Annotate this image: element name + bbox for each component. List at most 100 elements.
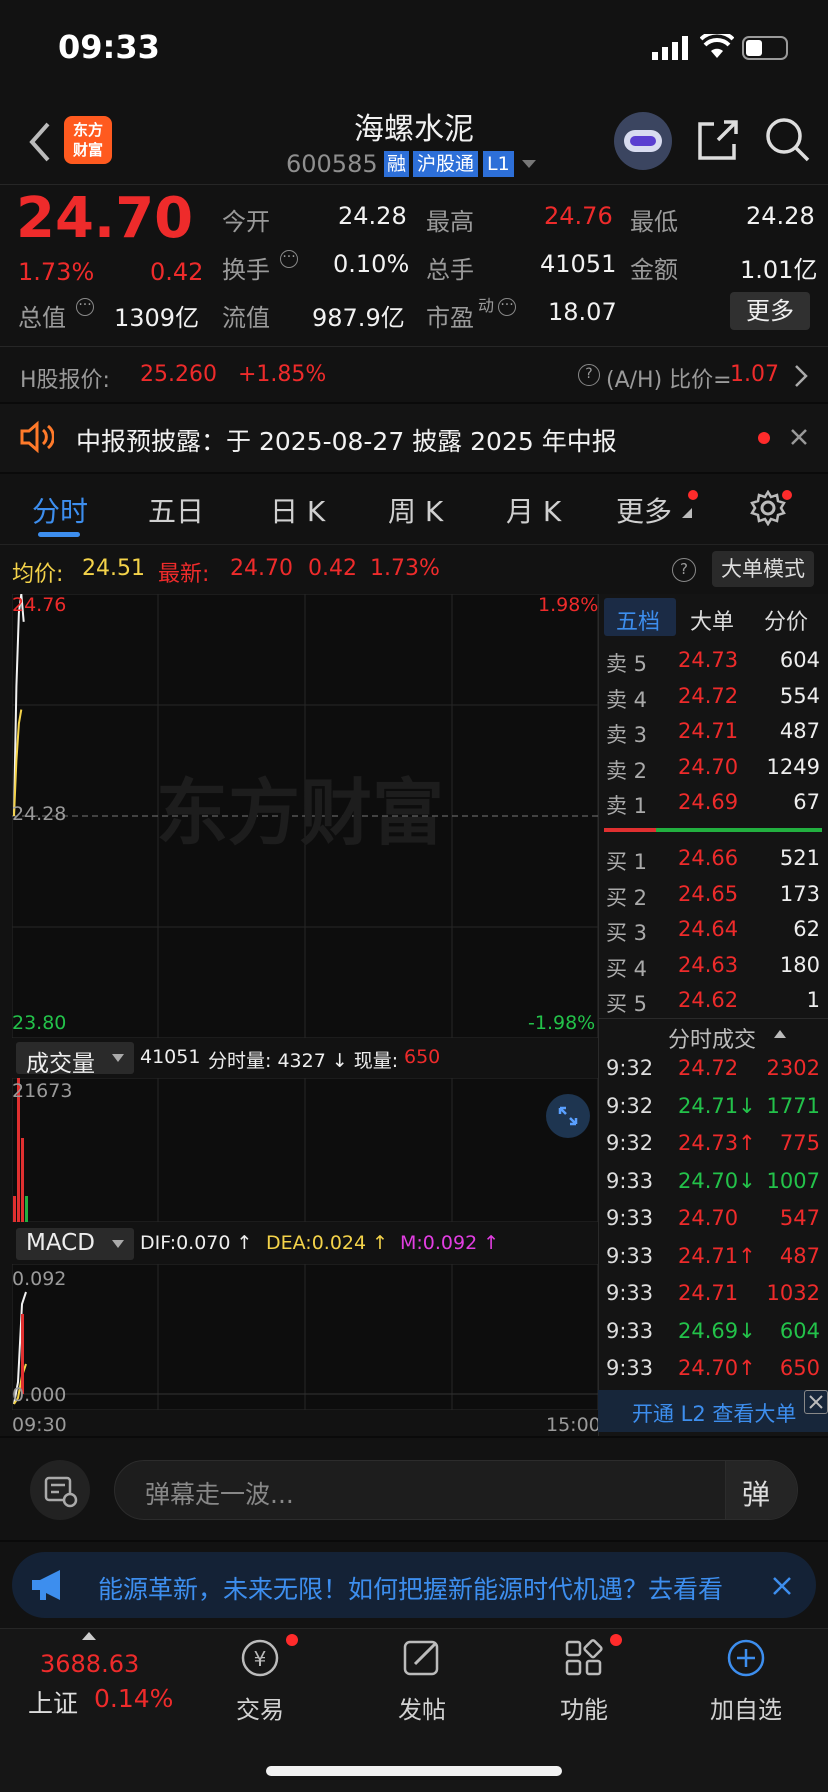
battery-icon — [742, 36, 788, 60]
ask-label: 卖 2 — [606, 758, 648, 783]
tab-weekly-k[interactable]: 周 K — [388, 490, 443, 530]
bid-row[interactable]: 买 2 24.65 173 — [604, 876, 822, 911]
trade-time: 9:33 — [606, 1243, 654, 1268]
info-icon[interactable]: ··· — [280, 250, 298, 268]
volume-now: 650 — [404, 1046, 441, 1068]
trade-price: 24.70 — [678, 1206, 739, 1230]
bid-price: 24.64 — [678, 917, 739, 941]
ask-price: 24.73 — [678, 648, 739, 672]
trade-time: 9:33 — [606, 1281, 654, 1305]
tab-intraday[interactable]: 分时 — [32, 490, 88, 530]
index-name[interactable]: 上证 — [28, 1684, 78, 1720]
ask-row[interactable]: 卖 3 24.71 487 — [604, 713, 822, 748]
ask-row[interactable]: 卖 4 24.72 554 — [604, 678, 822, 713]
price-change-pct: 1.73% — [18, 258, 95, 286]
trade-volume: 604 — [779, 1318, 820, 1343]
trade-row: 9:33 24.70↑ 650 — [604, 1350, 822, 1387]
macd-dea: DEA:0.024 ↑ — [266, 1232, 389, 1254]
close-icon[interactable] — [804, 1390, 828, 1414]
badge-level: L1 — [483, 151, 514, 177]
time-end: 15:00 — [546, 1414, 601, 1436]
nav-function[interactable]: 功能 — [524, 1636, 644, 1725]
close-icon[interactable] — [790, 428, 808, 446]
tab-more[interactable]: 更多 — [616, 490, 672, 530]
wifi-icon — [700, 34, 734, 58]
bid-volume: 1 — [806, 988, 820, 1012]
trade-price: 24.71 — [678, 1281, 739, 1305]
big-order-mode-button[interactable]: 大单模式 — [712, 551, 814, 587]
tab-big-orders[interactable]: 大单 — [690, 604, 734, 636]
app-root: 09:33 东方 财富 海螺水泥 600585 融 沪股通 L1 24.70 1… — [0, 0, 828, 1792]
stat-value-total-cap: 1309亿 — [114, 304, 200, 332]
close-icon[interactable] — [772, 1576, 792, 1596]
bid-label: 买 4 — [606, 956, 648, 981]
tab-monthly-k[interactable]: 月 K — [506, 490, 561, 530]
settings-gear-icon[interactable] — [750, 490, 786, 526]
volume-chart[interactable] — [12, 1078, 598, 1222]
notice-text[interactable]: 中报预披露：于 2025-08-27 披露 2025 年中报 — [76, 422, 617, 458]
search-icon[interactable] — [764, 116, 810, 164]
tab-five-day[interactable]: 五日 — [148, 490, 204, 530]
h-share-label: H股报价: — [20, 368, 110, 393]
help-icon[interactable]: ? — [672, 558, 696, 582]
trade-volume: 1007 — [766, 1168, 820, 1193]
bid-ask-ratio-green — [656, 828, 822, 832]
index-pct[interactable]: 0.14% — [94, 1684, 173, 1713]
info-icon[interactable]: ··· — [498, 298, 516, 316]
bid-row[interactable]: 买 5 24.62 1 — [604, 982, 822, 1017]
latest-change: 0.42 — [308, 556, 357, 581]
chevron-right-icon[interactable] — [794, 364, 808, 388]
ad-text[interactable]: 能源革新，未来无限！如何把握新能源时代机遇？去看看 — [98, 1570, 758, 1606]
volume-selector[interactable]: 成交量 — [16, 1042, 134, 1077]
macd-chart[interactable] — [12, 1264, 598, 1410]
ask-row[interactable]: 卖 1 24.69 67 — [604, 784, 822, 819]
chart-watermark: 东方财富 — [156, 771, 444, 855]
bid-volume: 521 — [779, 846, 820, 870]
volume-bar — [21, 1138, 24, 1222]
latest-price: 24.70 — [230, 556, 293, 581]
chart-price-high: 24.76 — [12, 594, 67, 616]
danmaku-settings-icon[interactable] — [30, 1460, 90, 1520]
nav-add-watchlist[interactable]: 加自选 — [686, 1636, 806, 1725]
intraday-price-chart[interactable]: 东方财富 — [12, 594, 598, 1038]
info-icon[interactable]: ··· — [76, 298, 94, 316]
nav-trade[interactable]: ¥ 交易 — [200, 1636, 320, 1725]
expand-icon[interactable] — [546, 1094, 590, 1138]
help-icon[interactable]: ? — [578, 364, 600, 386]
danmaku-input[interactable]: 弹幕走一波... 弹 — [114, 1460, 798, 1520]
bid-row[interactable]: 买 4 24.63 180 — [604, 947, 822, 982]
robot-avatar-icon[interactable] — [614, 112, 672, 170]
bid-volume: 173 — [779, 881, 820, 906]
l2-banner-text[interactable]: 开通 L2 查看大单 — [632, 1398, 796, 1428]
tab-price-distribution[interactable]: 分价 — [764, 604, 808, 636]
danmaku-toggle-icon[interactable]: 弹 — [725, 1461, 797, 1519]
macd-dif: DIF:0.070 ↑ — [140, 1232, 253, 1254]
bid-row[interactable]: 买 3 24.64 62 — [604, 911, 822, 946]
ask-row[interactable]: 卖 2 24.70 1249 — [604, 749, 822, 784]
bid-ask-ratio-red — [604, 828, 656, 832]
tab-daily-k[interactable]: 日 K — [270, 490, 325, 530]
ask-label: 卖 4 — [606, 687, 648, 712]
signal-icon — [652, 36, 688, 60]
index-value[interactable]: 3688.63 — [40, 1650, 139, 1678]
volume-total: 41051 — [140, 1046, 201, 1068]
bid-row[interactable]: 买 1 24.66 521 — [604, 840, 822, 875]
nav-post[interactable]: 发帖 — [362, 1636, 482, 1725]
caret-up-icon[interactable] — [82, 1632, 96, 1640]
tab-five-levels[interactable]: 五档 — [616, 604, 660, 636]
ah-ratio-label: (A/H) 比价= — [606, 368, 732, 393]
stat-label-amount: 金额 — [630, 256, 678, 284]
stat-label-pe-sup: 动 — [478, 296, 495, 315]
ask-row[interactable]: 卖 5 24.73 604 — [604, 642, 822, 677]
more-button[interactable]: 更多 — [730, 292, 810, 330]
post-icon — [403, 1640, 439, 1676]
bid-price: 24.65 — [678, 881, 739, 906]
macd-selector[interactable]: MACD — [16, 1228, 134, 1260]
chevron-down-icon[interactable] — [522, 160, 536, 170]
trade-time: 9:32 — [606, 1093, 654, 1118]
function-icon — [565, 1639, 603, 1676]
share-icon[interactable] — [696, 118, 740, 162]
trade-price: 24.70↑ — [678, 1356, 756, 1380]
ask-price: 24.71 — [678, 719, 739, 743]
trade-time: 9:32 — [606, 1131, 654, 1155]
